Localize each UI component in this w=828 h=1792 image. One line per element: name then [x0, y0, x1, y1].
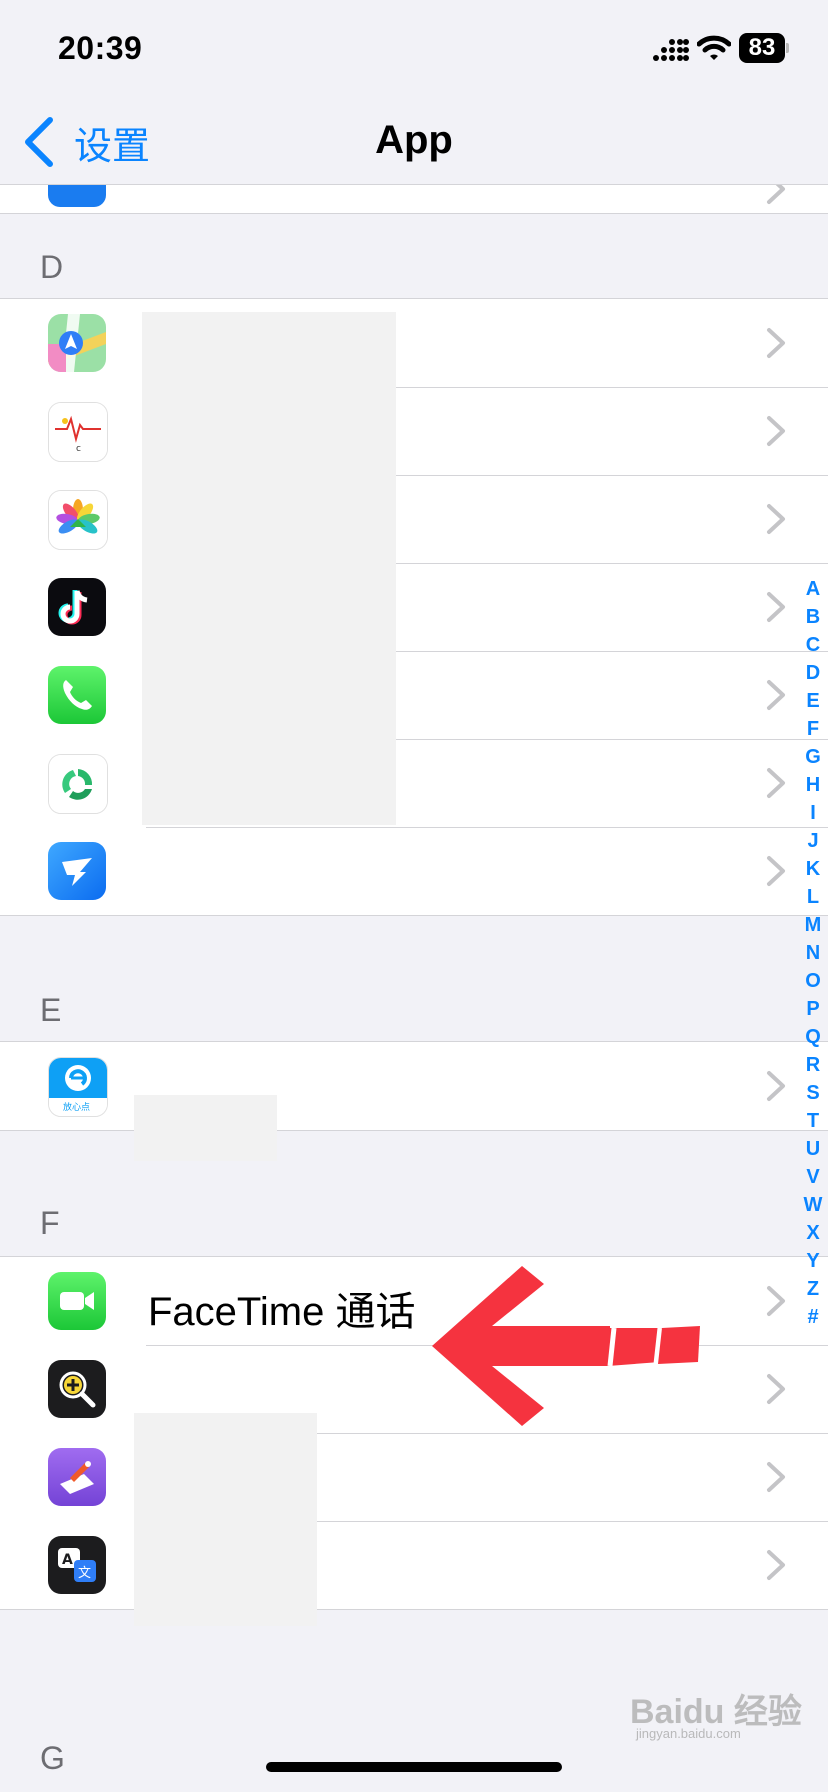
section-header-g: G [40, 1740, 65, 1776]
list-item[interactable] [0, 1345, 828, 1433]
svg-text:A: A [62, 1552, 73, 1568]
recycle-app-icon [48, 754, 108, 814]
redacted-area [134, 1095, 277, 1161]
phone-app-icon [48, 666, 106, 724]
chevron-right-icon [767, 1286, 785, 1316]
svg-text:放心点: 放心点 [63, 1101, 90, 1113]
chevron-right-icon [767, 504, 785, 534]
index-letter-r[interactable]: R [798, 1051, 828, 1079]
annotation-arrow-icon [432, 1266, 700, 1426]
index-letter-l[interactable]: L [798, 883, 828, 911]
battery-cap [786, 43, 789, 53]
chevron-right-icon [767, 416, 785, 446]
chevron-right-icon [767, 1071, 785, 1101]
index-letter-f[interactable]: F [798, 715, 828, 743]
section-header-f: F [40, 1205, 60, 1241]
chevron-right-icon [767, 856, 785, 886]
heart-rate-app-icon: c [48, 402, 108, 462]
home-indicator[interactable] [266, 1762, 562, 1772]
tiktok-app-icon [48, 578, 106, 636]
index-letter-t[interactable]: T [798, 1107, 828, 1135]
index-letter-x[interactable]: X [798, 1219, 828, 1247]
watermark-url: jingyan.baidu.com [636, 1726, 741, 1741]
index-letter-g[interactable]: G [798, 743, 828, 771]
index-letter-m[interactable]: M [798, 911, 828, 939]
index-letter-o[interactable]: O [798, 967, 828, 995]
list-item[interactable] [0, 739, 828, 827]
index-letter-k[interactable]: K [798, 855, 828, 883]
translate-app-icon: A文 [48, 1536, 106, 1594]
index-letter-i[interactable]: I [798, 799, 828, 827]
chevron-right-icon [767, 1462, 785, 1492]
list-item[interactable] [0, 475, 828, 563]
index-letter-a[interactable]: A [798, 575, 828, 603]
list-item[interactable]: A文 [0, 1521, 828, 1609]
index-letter-v[interactable]: V [798, 1163, 828, 1191]
index-letter-y[interactable]: Y [798, 1247, 828, 1275]
facetime-app-icon [48, 1272, 106, 1330]
chevron-right-icon [767, 680, 785, 710]
index-letter-z[interactable]: Z [798, 1275, 828, 1303]
battery-level: 83 [739, 33, 785, 63]
navigation-bar: 设置 App [0, 100, 828, 185]
chevron-right-icon [767, 768, 785, 798]
section-d-group: c [0, 298, 828, 916]
index-letter-hash[interactable]: # [798, 1303, 828, 1331]
index-letter-q[interactable]: Q [798, 1023, 828, 1051]
chevron-right-icon [767, 328, 785, 358]
redacted-area [142, 312, 396, 825]
index-letter-s[interactable]: S [798, 1079, 828, 1107]
list-item[interactable]: 放心点 [0, 1042, 828, 1130]
index-letter-d[interactable]: D [798, 659, 828, 687]
dingtalk-app-icon [48, 842, 106, 900]
app-icon [48, 185, 106, 207]
photos-app-icon [48, 490, 108, 550]
list-item[interactable] [0, 185, 828, 214]
list-item[interactable]: c [0, 387, 828, 475]
facetime-label: FaceTime 通话 [148, 1290, 416, 1334]
index-letter-h[interactable]: H [798, 771, 828, 799]
redacted-area [134, 1413, 317, 1626]
translate-game-app-icon [48, 1448, 106, 1506]
list-item[interactable] [0, 563, 828, 651]
section-header-d: D [40, 249, 64, 285]
alphabet-index-bar[interactable]: A B C D E F G H I J K L M N O P Q R S T U V W X Y Z # [798, 575, 828, 1331]
wifi-icon [697, 35, 731, 60]
section-e-group: 放心点 [0, 1041, 828, 1131]
index-letter-n[interactable]: N [798, 939, 828, 967]
index-letter-w[interactable]: W [798, 1191, 828, 1219]
index-letter-e[interactable]: E [798, 687, 828, 715]
index-letter-u[interactable]: U [798, 1135, 828, 1163]
section-header-e: E [40, 992, 62, 1028]
index-letter-p[interactable]: P [798, 995, 828, 1023]
index-letter-j[interactable]: J [798, 827, 828, 855]
list-item[interactable] [0, 651, 828, 739]
page-title: App [375, 118, 453, 162]
svg-text:c: c [76, 444, 81, 454]
status-bar: 20:39 83 [0, 0, 828, 100]
section-f-group: FaceTime 通话 A文 [0, 1256, 828, 1610]
battery-icon: 83 [739, 33, 789, 63]
index-letter-b[interactable]: B [798, 603, 828, 631]
eleme-app-icon: 放心点 [48, 1057, 108, 1117]
status-time: 20:39 [58, 30, 143, 66]
magnifier-app-icon [48, 1360, 106, 1418]
chevron-right-icon [767, 592, 785, 622]
chevron-right-icon [767, 1550, 785, 1580]
chevron-right-icon [767, 185, 785, 204]
index-letter-c[interactable]: C [798, 631, 828, 659]
list-item[interactable] [0, 299, 828, 387]
facetime-row[interactable]: FaceTime 通话 [0, 1257, 828, 1345]
maps-app-icon [48, 314, 106, 372]
svg-text:文: 文 [78, 1566, 91, 1581]
list-item[interactable] [0, 1433, 828, 1521]
list-item[interactable] [0, 827, 828, 915]
cellular-signal-icon [653, 39, 689, 61]
chevron-right-icon [767, 1374, 785, 1404]
